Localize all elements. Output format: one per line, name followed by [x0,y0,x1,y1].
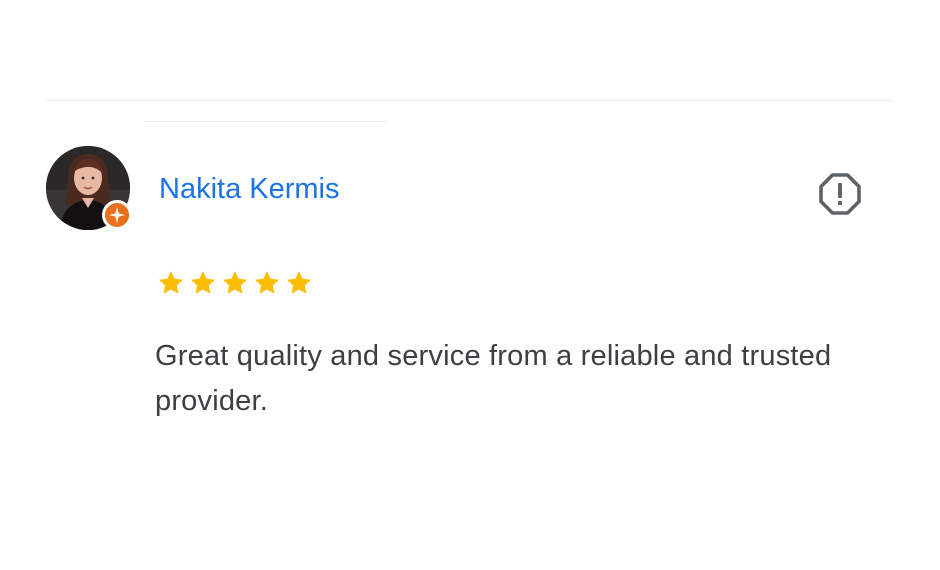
review-card: Nakita Kermis Great quality and service … [0,0,940,570]
star-icon [158,271,184,294]
star-icon [254,271,280,294]
review-text: Great quality and service from a reliabl… [155,340,832,417]
local-guide-badge [102,200,132,230]
star-badge-icon [109,207,125,223]
reviewer-name[interactable]: Nakita Kermis [159,171,340,207]
star-rating [157,269,313,297]
report-icon [819,173,861,215]
reviewer-avatar[interactable] [46,146,132,230]
star-icon [222,271,248,294]
star-icon [286,271,312,294]
star-icon [190,271,216,294]
report-review-button[interactable] [818,172,862,216]
